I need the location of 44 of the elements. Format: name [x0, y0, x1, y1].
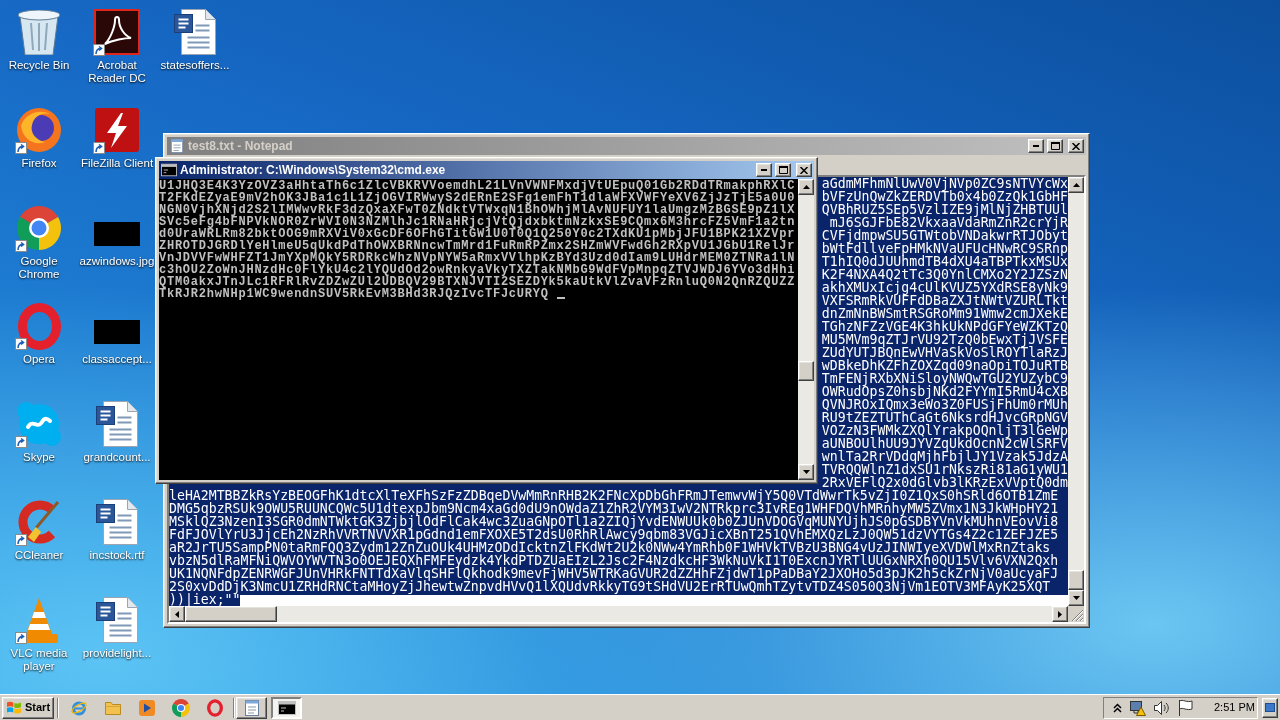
- text-line: TVRQQWlnZ1dxSU1rNkszRi81aG1yWU1: [821, 463, 1068, 476]
- console-line: c3hOU2ZoWnJHNzdHc0FlYkU4c2lYQUdOd2owRnkyaVkyTXZTakNMbG9WdFVpMnpqZTVJWDJ6YVo3dHhi: [159, 264, 796, 276]
- console-line: T2FKdEZyaE9mV2hOK3JBa1c1L1ZjOGVIRWwyS2dERnE2SFg1emFhT1dlaWFXVWFYeXV6ZjJzTjE5a0U0: [159, 192, 796, 204]
- text-line: FdFJOVlYrU3JjcEh2NzRhVVRTNVVXR1pGdnd1emFXOXE5T2dsU0RhRlAwcy9qbm83VGJicXBnT251QVhEMXQzLzJ0QW51dzVYTGs4Z2c1ZEFJZE5: [169, 527, 1059, 542]
- text-line: MU5MVm9qZTJrVU92TzQ0bEwxTjJVSFE: [821, 333, 1068, 346]
- text-line: bWtFdllveFpHMkNVaUFUcHNwRC9SRnp: [821, 242, 1068, 255]
- text-line: DMG5qbzRSUk9OWU5RUUNCQWc5U1dtexpJbm9Ncm4xaGd0dU9nOWdaZ1ZhR2VYM3IwV2NTRkprc3IvREg1WHFDQVhMRnhyMW5ZVmx1N3JkWHpHY21: [169, 501, 1059, 516]
- console-line: QTM0akxJTnJLc1RFRlRvZDZwZUl2UDBQV29BTXNJVTI2SEZDYk5kaUtkVlZvaVFzRnluQ0N2QnRZQUZZ: [159, 276, 796, 288]
- text-line: OWRudOpsZ0hsbjNKd2FYYmI5RmU4cXB: [821, 385, 1068, 398]
- text-line: akhXMUxIcjg4cUlKVUZ5YXdRSE8yNk9: [821, 281, 1068, 294]
- text-line: vbzN5dlRaMFNiQWVOYWVTN3o0OEJEQXhFMFEydzk4YkdPTDZUaEIzL2Jsc2F4NzdkcHF3WkNuVkI1T0ExcnJYRTlUUGxNRXh0QU15Vlv6VXN2Qxh: [169, 553, 1059, 568]
- text-line: dnZmNnBWSmtRSGRoMm91Wmw2cmJXekE: [821, 307, 1068, 320]
- text-line: TGhzNFZzVGE4K3hkUkNPdGFYeWZKTzQ: [821, 320, 1068, 333]
- text-line: aUNBOUlhUU9JYVZqUkdOcnN2cWlSRFV: [821, 437, 1068, 450]
- text-line: K2F4NXA4Q2tTc3Q0YnlCMXo2Y2JZSzN: [821, 268, 1068, 281]
- text-line: 2S0xvDdDjK3NmcU1ZRHdRNCtaMHoyZjJhewtwZnpvdHVvQ1lXQUdvRkkyTG9tSHdVU2ErRTUwQmhTZytvTDZ4S050Q3NjVm1EOTV3MFAyK25XQT: [169, 579, 1051, 594]
- window-title: test8.txt - Notepad: [188, 138, 294, 154]
- text-line: CVFjdmpwSU5GTWtobVNDakwrRTJObyt: [821, 229, 1068, 242]
- text-line: QVBhRUZ5SEp5VzlIZE9jMlNjZHBTUUl: [821, 203, 1068, 216]
- text-line: aGdmMFhmNlUwV0VjNVp0ZC9sNTVYcWx: [821, 177, 1068, 190]
- text-line: leHA2MTBBZkRsYzBEOGFhK1dtcXlTeXFhSzFzZDBqeDVwMmRnRHB2K2FNcXpDbGhFRmJTemwvWjY5Q0VTdWwrTk5vZjI0Z1QxS0hSRld6OTB1ZmE: [169, 488, 1059, 503]
- console-line: TkRJR2hwNHp1WC9wendnSUV5RkEvM3BHd3RJQzIvcTFJcURYQ: [159, 288, 549, 300]
- text-line: 2RxVEFlQ2x0dGlvb3lKRzExVVptQ0dm: [821, 476, 1068, 489]
- text-line: wnlTa2RrVDdqMjhFbjlJY1Vzak5JdzA: [821, 450, 1068, 463]
- text-line: QVNJROxIQmx3eWo3Z0FUSjFhUm0rMUh: [821, 398, 1068, 411]
- text-line: wDBkeDhKZFhZOXZqd09naOpiTOJuRTB: [821, 359, 1068, 372]
- text-line: MSklQZ3NzenI3SGR0dmNTWktGK3ZjbjlOdFlCak4wc3ZuaGNpOTl1a2ZIQjYvdENWUUk0b0ZJUnVDOGVqMUNYUjhJS0pGSDBYVnVkMUhnVEovVi8: [169, 514, 1059, 529]
- text-line: aR2JrTU5SampPN0taRmFQQ3Zydm12ZnZuOUk4UHMzODdIcktnZlFKdWt2U2k0NWw4YmRhb0F1WHVkTVBzU3BNG4vUzJINWIyeXVDWlMxRnZtaks: [169, 540, 1051, 555]
- text-line: VXFSRmRkVUFFdDBaZXJtNWtVZURLTkt: [821, 294, 1068, 307]
- text-line: VOZzN3FWMkZXQlYrakpOQnljT3lGeWp: [821, 424, 1068, 437]
- text-line: T1hIQ0dJUUhmdTB4dXU4aTBPTkxMSUx: [821, 255, 1068, 268]
- text-line: RU9tZEZTUThCaGt6NksrdHJvcGRpNGV: [821, 411, 1068, 424]
- console-line: NGN0VjhXNjd2S2lIMWwvRkF3dzQxaXFwT0ZNdktVTWxqN1BhOWhjMlAvNUFUY1laUmgzMzBGSE9pZ1lX: [159, 204, 796, 216]
- window-title: Administrator: C:\Windows\System32\cmd.exe: [180, 162, 447, 178]
- console-line: ZHROTDJGRDlYeHlmeU5qUkdPdThOWXBRNncwTmMrd1FuRmRPZmx2SHZmWVFwdGh2RXpVU1JGbU1RelJr: [159, 240, 796, 252]
- text-line: ZUdYUTJBQnEwVHVaSkVoSlROYTlaRzJ: [821, 346, 1068, 359]
- text-line: UK1NQNFdpZENRWGFJUnVHRkFNTTdXaVlqSHFlQkhodk9mevFjWHV5WTRKaGVUR2dZZHhFZjdwT1pPaDBaY2JXOHo5d3pJK2h5ckZrNjV0aUcyaFJ: [169, 566, 1059, 581]
- console-line: d0UraWRLRm82bktOOG9mRXViV0xGcDF6OFhGTitGW1U0T0Q1Q250Y0c2TXdKU1pMbjJFU1BPK21XZVpr: [159, 228, 796, 240]
- console-line: SVc5eFg4bFNPVkNOR0ZrWVI0N3NZMlhJc1RNaHRjcjVtQjdxbktmNzkxSE9CQmx6M3hrcFZ5VmF1a2tn: [159, 216, 796, 228]
- console-line: VnJDVVFwWHFZT1JmYXpMQkY5RDRkcWhzNVpNYW5aRmxVVlhpKzBYd3Uzd0dIam9LUHdrMEM0ZTNRa1lN: [159, 252, 796, 264]
- text-line: mJ6SGJFbE82VkxaaVdaRmZnR2crYjR: [829, 216, 1068, 229]
- text-line: bVFzUnQwZkZERDVTb0x4b0ZzQk1GbHF: [821, 190, 1068, 203]
- console-line: U1JHQ3E4K3YzOVZ3aHhtaTh6c1ZlcVBKRVVoemdhL21LVnVWNFMxdjVtUEpuQ01Gb2RDdTRmakphRXlC: [159, 180, 796, 192]
- text-line: TmFENjRXbXNiSloyNWQwTGU2YUZybC9: [821, 372, 1068, 385]
